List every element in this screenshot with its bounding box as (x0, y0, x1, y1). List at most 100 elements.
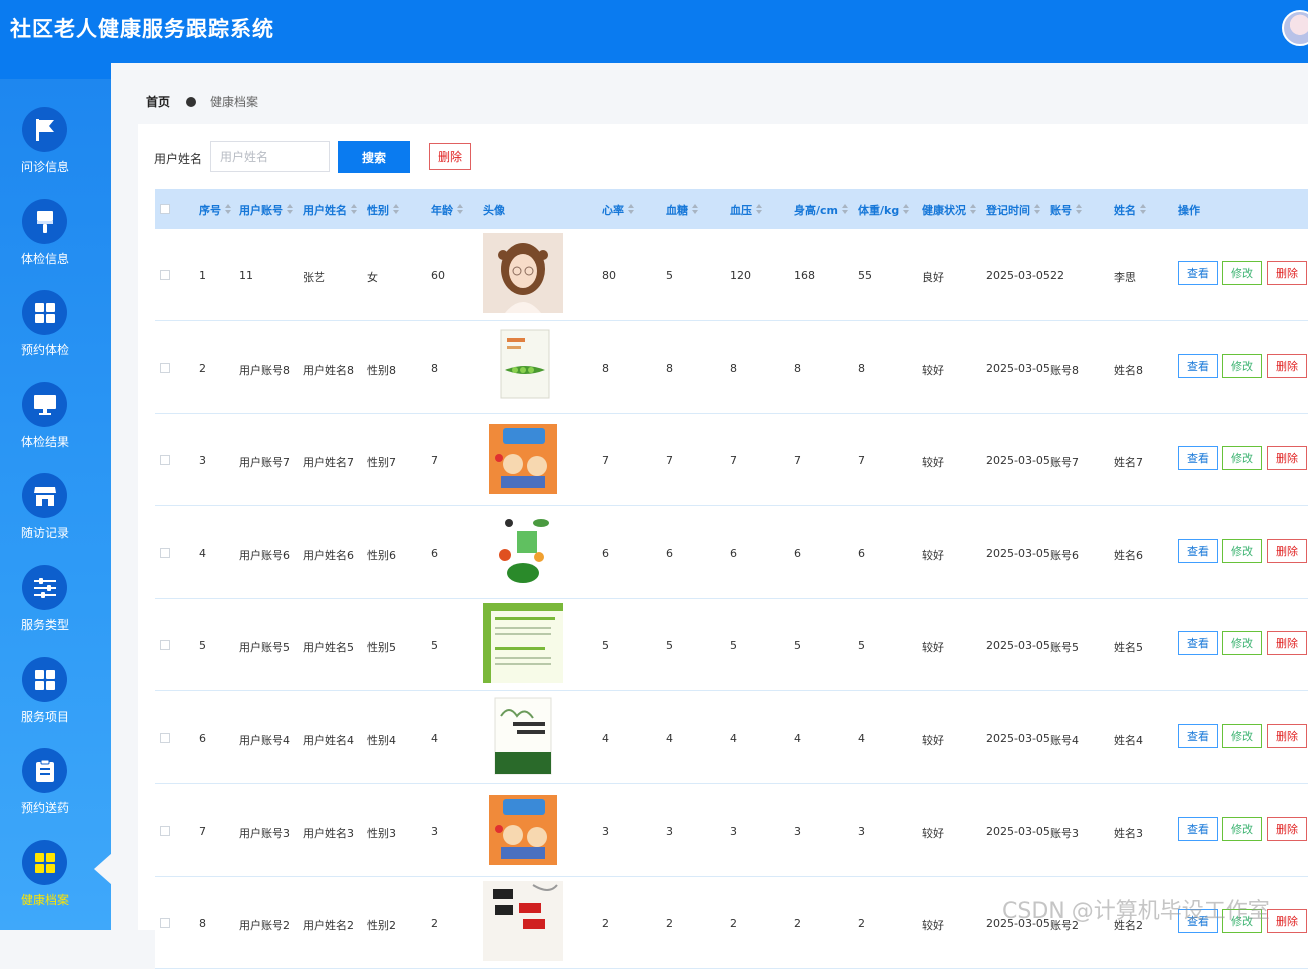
column-header: 性别 (367, 202, 400, 218)
edit-button[interactable]: 修改 (1222, 353, 1262, 378)
delete-button[interactable]: 删除 (1267, 353, 1307, 378)
edit-button[interactable]: 修改 (1222, 261, 1262, 285)
row-checkbox[interactable] (160, 455, 170, 466)
row-checkbox[interactable] (160, 733, 170, 743)
avatar-image[interactable] (483, 881, 563, 962)
cell-weight: 3 (858, 824, 865, 838)
cell-user-name: 用户姓名7 (303, 456, 354, 470)
view-button[interactable]: 查看 (1178, 446, 1218, 471)
avatar-image[interactable] (483, 696, 563, 776)
sidebar-item-label: 服务项目 (20, 710, 69, 724)
sidebar-item-label: 随访记录 (20, 526, 69, 540)
sidebar: 问诊信息 体检信息 预约体检 体检结果 随访记录 服务类型 服务项目 预约送药 … (0, 63, 111, 930)
sidebar-item-checkup-results[interactable]: 体检结果 (0, 382, 111, 472)
cell-user-account: 用户账号5 (239, 641, 290, 655)
table-row: 6 用户账号4 用户姓名4 性别4 4 4 4 4 4 4 较好 2025-03-05 账号4 姓名4 查看… (155, 692, 1308, 784)
shop-icon (22, 473, 67, 518)
cell-weight: 8 (858, 361, 865, 375)
cell-gender: 性别8 (367, 363, 396, 377)
cell-heart-rate: 7 (602, 454, 609, 468)
edit-button[interactable]: 修改 (1222, 538, 1262, 563)
delete-button[interactable]: 删除 (1267, 631, 1307, 656)
row-checkbox[interactable] (160, 270, 170, 280)
sidebar-item-medicine-delivery[interactable]: 预约送药 (0, 748, 111, 838)
table-row: 3 用户账号7 用户姓名7 性别7 7 7 7 7 7 7 较好 2025-03-05 账号7 姓名7 查看… (155, 414, 1308, 507)
cell-height: 4 (794, 732, 801, 745)
view-button[interactable]: 查看 (1178, 631, 1218, 656)
sidebar-item-followup[interactable]: 随访记录 (0, 473, 111, 563)
column-header: 血糖 (666, 202, 699, 218)
delete-button[interactable]: 删除 (1267, 538, 1307, 563)
avatar-image[interactable] (483, 603, 563, 684)
delete-button[interactable]: 删除 (1267, 816, 1307, 841)
avatar-image[interactable] (483, 418, 563, 499)
sidebar-item-label: 问诊信息 (20, 160, 69, 174)
cell-index: 1 (199, 269, 206, 282)
sort-icon (225, 204, 232, 215)
sidebar-item-label: 预约送药 (20, 801, 69, 815)
breadcrumb-separator (186, 96, 197, 107)
sort-icon (903, 204, 910, 215)
cell-account: 账号5 (1050, 641, 1079, 655)
cell-user-account: 用户账号8 (239, 363, 290, 377)
cell-blood-pressure: 6 (730, 546, 737, 560)
column-header: 年龄 (431, 202, 464, 218)
sidebar-item-service-type[interactable]: 服务类型 (0, 565, 111, 655)
sidebar-item-checkup-info[interactable]: 体检信息 (0, 199, 111, 289)
edit-button[interactable]: 修改 (1222, 446, 1262, 471)
edit-button[interactable]: 修改 (1222, 724, 1262, 748)
avatar-image[interactable] (483, 233, 563, 313)
cell-heart-rate: 5 (602, 639, 609, 653)
sidebar-item-book-checkup[interactable]: 预约体检 (0, 290, 111, 380)
delete-button[interactable]: 删除 (1267, 724, 1307, 748)
cell-user-name: 用户姓名6 (303, 548, 354, 562)
cell-blood-sugar: 6 (666, 546, 673, 560)
view-button[interactable]: 查看 (1178, 724, 1218, 748)
cell-age: 6 (431, 546, 438, 560)
avatar-image[interactable] (483, 325, 563, 406)
batch-delete-button[interactable]: 删除 (429, 143, 471, 170)
cell-age: 7 (431, 454, 438, 468)
cell-health-status: 较好 (922, 363, 944, 377)
cell-user-name: 用户姓名5 (303, 641, 354, 655)
cell-blood-pressure: 2 (730, 917, 737, 931)
edit-button[interactable]: 修改 (1222, 631, 1262, 656)
view-button[interactable]: 查看 (1178, 353, 1218, 378)
column-header: 姓名 (1114, 202, 1147, 218)
view-button[interactable]: 查看 (1178, 261, 1218, 285)
row-checkbox[interactable] (160, 918, 170, 929)
cell-index: 5 (199, 639, 206, 653)
column-header: 体重/kg (858, 202, 910, 218)
sort-icon (1034, 204, 1041, 215)
avatar-image[interactable] (483, 788, 563, 869)
search-input[interactable] (210, 141, 330, 172)
cell-blood-pressure: 5 (730, 639, 737, 653)
avatar-image[interactable] (483, 510, 563, 591)
edit-button[interactable]: 修改 (1222, 816, 1262, 841)
cell-user-account: 用户账号4 (239, 734, 290, 747)
view-button[interactable]: 查看 (1178, 816, 1218, 841)
sidebar-item-service-items[interactable]: 服务项目 (0, 657, 111, 747)
breadcrumb-home[interactable]: 首页 (146, 93, 170, 110)
sidebar-item-consultation[interactable]: 问诊信息 (0, 107, 111, 197)
view-button[interactable]: 查看 (1178, 538, 1218, 563)
table-row: 7 用户账号3 用户姓名3 性别3 3 3 3 3 3 3 较好 2025-03-05 账号3 姓名3 查看… (155, 784, 1308, 877)
sort-icon (351, 204, 358, 215)
delete-button[interactable]: 删除 (1267, 446, 1307, 471)
search-button[interactable]: 搜索 (338, 141, 410, 173)
column-header: 心率 (602, 202, 635, 218)
delete-button[interactable]: 删除 (1267, 261, 1307, 285)
cell-blood-sugar: 5 (666, 269, 673, 282)
column-header: 操作 (1178, 204, 1200, 217)
cell-real-name: 姓名3 (1114, 826, 1143, 840)
cell-account: 22 (1050, 269, 1064, 282)
sidebar-item-label: 健康档案 (20, 893, 69, 907)
table-header: 序号 用户账号 用户姓名 性别 年龄 头像 心率 血糖 血压 身高/cm 体重/… (155, 189, 1308, 229)
row-checkbox[interactable] (160, 825, 170, 836)
select-all-checkbox[interactable] (160, 204, 170, 214)
user-avatar[interactable] (1282, 10, 1308, 46)
row-checkbox[interactable] (160, 362, 170, 373)
row-checkbox[interactable] (160, 547, 170, 558)
row-checkbox[interactable] (160, 640, 170, 651)
cell-user-name: 张艺 (303, 271, 325, 284)
